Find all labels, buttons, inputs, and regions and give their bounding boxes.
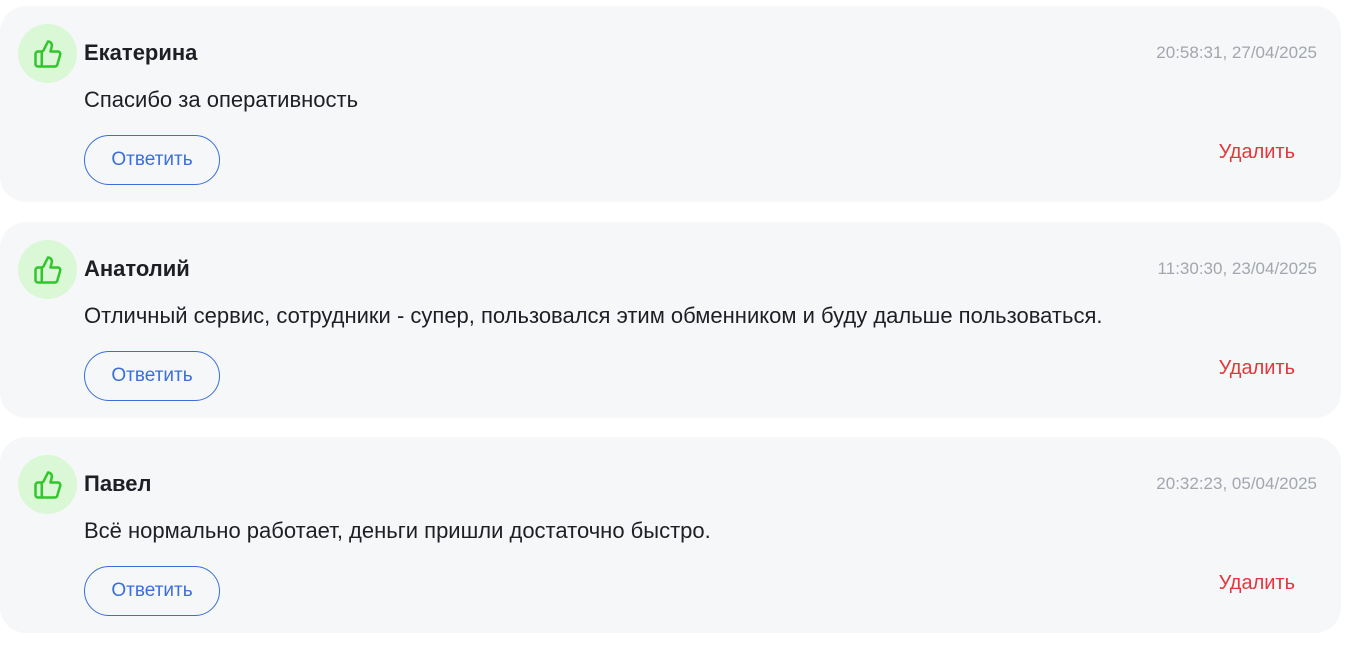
review-timestamp: 11:30:30, 23/04/2025 [1157,259,1317,278]
reply-button[interactable]: Ответить [84,135,220,185]
reply-button[interactable]: Ответить [84,351,220,401]
review-text: Отличный сервис, сотрудники - супер, пол… [84,303,1103,328]
thumbs-up-icon [33,470,63,500]
review-text: Всё нормально работает, деньги пришли до… [84,518,711,543]
avatar [18,455,77,514]
avatar [18,24,77,83]
review-author: Анатолий [84,256,190,281]
review-author: Екатерина [84,40,198,65]
review-card: Екатерина 20:58:31, 27/04/2025 Спасибо з… [0,6,1341,202]
review-author: Павел [84,471,152,496]
review-timestamp: 20:58:31, 27/04/2025 [1156,43,1317,62]
delete-link[interactable]: Удалить [1219,571,1295,595]
review-timestamp: 20:32:23, 05/04/2025 [1156,474,1317,493]
thumbs-up-icon [33,39,63,69]
avatar [18,240,77,299]
reply-button[interactable]: Ответить [84,566,220,616]
thumbs-up-icon [33,255,63,285]
review-card: Анатолий 11:30:30, 23/04/2025 Отличный с… [0,222,1341,418]
review-text: Спасибо за оперативность [84,87,359,112]
delete-link[interactable]: Удалить [1219,356,1295,380]
reviews-list: Екатерина 20:58:31, 27/04/2025 Спасибо з… [0,0,1345,647]
review-card: Павел 20:32:23, 05/04/2025 Всё нормально… [0,437,1341,633]
delete-link[interactable]: Удалить [1219,140,1295,164]
